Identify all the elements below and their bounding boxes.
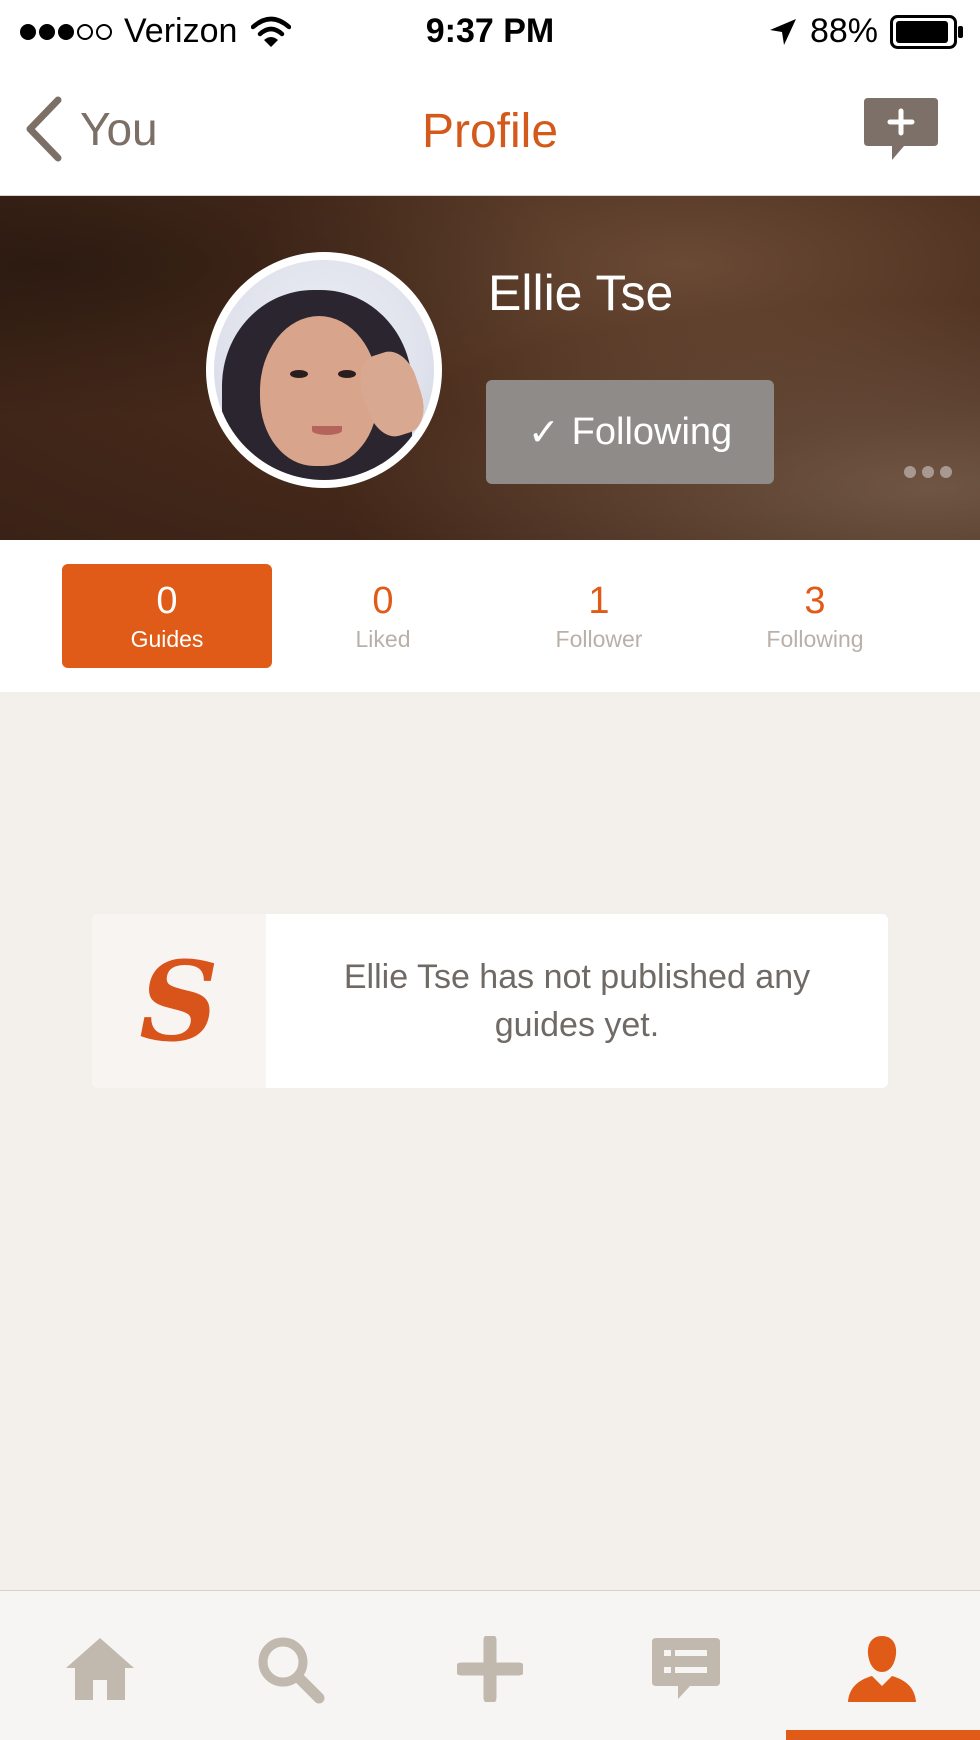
tab-messages[interactable] (588, 1629, 784, 1709)
app-logo-icon: S (92, 914, 266, 1088)
empty-state-card: S Ellie Tse has not published any guides… (92, 914, 888, 1088)
tab-home[interactable] (2, 1629, 198, 1709)
add-comment-icon[interactable] (862, 96, 940, 166)
empty-state-message: Ellie Tse has not published any guides y… (343, 958, 811, 1044)
avatar[interactable] (206, 252, 442, 488)
profile-header: Ellie Tse ✓ Following (0, 196, 980, 540)
tab-bar (0, 1590, 980, 1740)
search-icon (258, 1637, 325, 1704)
battery-icon (890, 14, 963, 49)
stat-value: 1 (588, 580, 610, 622)
following-button[interactable]: ✓ Following (486, 380, 774, 484)
battery-percentage: 88% (809, 12, 878, 50)
more-dot (922, 466, 934, 478)
stat-label: Follower (555, 626, 643, 652)
nav-bar: You Profile (0, 64, 980, 196)
tab-search[interactable] (192, 1629, 388, 1709)
stat-value: 0 (372, 580, 394, 622)
active-tab-indicator (786, 1730, 980, 1740)
more-dot (940, 466, 952, 478)
page-title: Profile (421, 105, 559, 158)
stat-value: 3 (804, 580, 826, 622)
status-bar: Verizon 9:37 PM 88% (0, 0, 980, 64)
stat-guides[interactable]: 0 Guides (62, 564, 272, 668)
location-arrow-icon (769, 18, 796, 45)
stat-liked[interactable]: 0 Liked (278, 564, 488, 668)
following-button-label: Following (571, 410, 733, 453)
check-icon: ✓ (527, 411, 560, 454)
stat-value: 0 (156, 580, 178, 622)
home-icon (66, 1638, 134, 1700)
avatar-photo (214, 260, 434, 480)
stat-following[interactable]: 3 Following (710, 564, 920, 668)
stat-label: Liked (355, 626, 411, 652)
profile-name: Ellie Tse (488, 265, 674, 321)
plus-icon (457, 1636, 523, 1702)
stat-label: Guides (130, 626, 204, 652)
guides-content: S Ellie Tse has not published any guides… (0, 692, 980, 1590)
tab-create[interactable] (392, 1629, 588, 1709)
status-right: 88% (768, 12, 964, 51)
logo-letter: S (139, 936, 219, 1066)
more-dot (904, 466, 916, 478)
stat-label: Following (766, 626, 864, 652)
tab-profile[interactable] (784, 1629, 980, 1709)
stat-followers[interactable]: 1 Follower (494, 564, 704, 668)
more-options-button[interactable] (904, 466, 952, 478)
messages-icon (652, 1638, 720, 1699)
profile-icon (848, 1636, 916, 1702)
stats-bar: 0 Guides 0 Liked 1 Follower 3 Following (0, 540, 980, 692)
